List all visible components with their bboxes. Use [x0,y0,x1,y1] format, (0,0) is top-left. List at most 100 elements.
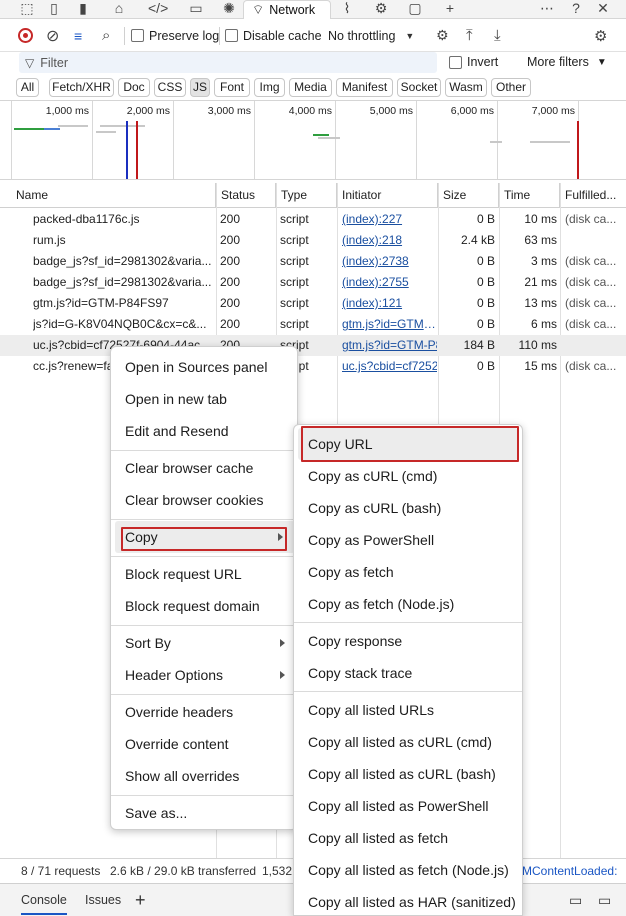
chip-wasm[interactable]: Wasm [445,78,487,97]
close-icon[interactable]: ✕ [593,0,613,18]
menu-item-show-overrides[interactable]: Show all overrides [111,760,239,792]
disable-cache-checkbox[interactable]: Disable cache [225,19,322,52]
menu-item-open-sources[interactable]: Open in Sources panel [111,351,267,383]
performance-icon[interactable]: ⌇ [337,0,357,18]
menu-item-sort-by[interactable]: Sort By [111,627,297,659]
network-conditions-icon[interactable]: ⚙ [436,19,449,52]
chip-fetch-xhr[interactable]: Fetch/XHR [49,78,114,97]
chip-media[interactable]: Media [289,78,332,97]
table-row[interactable]: js?id=G-K8V04NQB0C&cx=c&... 200 script g… [0,314,626,335]
drawer-tab-issues[interactable]: Issues [85,884,121,916]
more-icon[interactable]: ⋯ [537,0,557,18]
resources-size: 1,532 [262,864,293,878]
add-icon[interactable]: + [135,884,146,916]
request-initiator-link[interactable]: (index):218 [342,230,437,251]
menu-item-edit-resend[interactable]: Edit and Resend [111,415,229,447]
sidebar-icon[interactable]: ▮ [73,0,93,18]
tab-network[interactable]: ⌔ Network [243,0,331,19]
menu-item-header-options[interactable]: Header Options [111,659,297,691]
menu-item-copy-stack-trace[interactable]: Copy stack trace [294,657,412,689]
request-initiator-link[interactable]: gtm.js?id=GTM-P8 [342,314,437,335]
request-initiator-link[interactable]: gtm.js?id=GTM-P8 [342,335,437,356]
chip-doc[interactable]: Doc [118,78,150,97]
chip-manifest[interactable]: Manifest [336,78,393,97]
table-row-selected[interactable]: uc.js?cbid=cf72527f-6904-44ac 200 script… [0,335,626,356]
menu-item-copy-all-urls[interactable]: Copy all listed URLs [294,694,434,726]
menu-item-copy-all-fetch[interactable]: Copy all listed as fetch [294,822,448,854]
table-row[interactable]: badge_js?sf_id=2981302&varia... 200 scri… [0,272,626,293]
column-header-time[interactable]: Time [499,183,560,208]
chip-other[interactable]: Other [491,78,531,97]
request-initiator-link[interactable]: uc.js?cbid=cf72527 [342,356,437,377]
close-drawer-icon[interactable]: ▭ [598,884,611,916]
menu-item-copy-curl-bash[interactable]: Copy as cURL (bash) [294,492,441,524]
inspect-icon[interactable]: ⬚ [17,0,37,18]
menu-item-override-headers[interactable]: Override headers [111,696,233,728]
help-icon[interactable]: ? [566,0,586,18]
menu-item-clear-cache[interactable]: Clear browser cache [111,452,253,484]
drawer-tab-console[interactable]: Console [21,884,67,915]
column-header-name[interactable]: Name [11,183,216,208]
menu-item-copy-all-powershell[interactable]: Copy all listed as PowerShell [294,790,489,822]
table-row[interactable]: gtm.js?id=GTM-P84FS97 200 script (index)… [0,293,626,314]
menu-item-block-url[interactable]: Block request URL [111,558,242,590]
filter-input[interactable]: ▽ Filter [19,52,437,73]
chip-js[interactable]: JS [190,78,210,97]
settings-icon[interactable]: ⚙ [594,19,607,52]
home-icon[interactable]: ⌂ [109,0,129,18]
chip-font[interactable]: Font [214,78,250,97]
bug-icon[interactable]: ✺ [219,0,239,18]
application-icon[interactable]: ▢ [405,0,425,18]
request-initiator-link[interactable]: (index):227 [342,209,437,230]
highlight-box [121,527,287,551]
console-icon[interactable]: ▭ [186,0,206,18]
table-row[interactable]: packed-dba1176c.js 200 script (index):22… [0,209,626,230]
chip-socket[interactable]: Socket [397,78,441,97]
table-row[interactable]: cc.js?renew=fa 200 script uc.js?cbid=cf7… [0,356,626,377]
menu-item-copy-all-curl-bash[interactable]: Copy all listed as cURL (bash) [294,758,496,790]
invert-checkbox[interactable]: Invert [449,55,498,69]
chip-img[interactable]: Img [254,78,285,97]
menu-item-copy-powershell[interactable]: Copy as PowerShell [294,524,434,556]
table-row[interactable]: badge_js?sf_id=2981302&varia... 200 scri… [0,251,626,272]
menu-item-open-new-tab[interactable]: Open in new tab [111,383,227,415]
preserve-log-checkbox[interactable]: Preserve log [131,19,219,52]
column-header-size[interactable]: Size [438,183,499,208]
request-initiator-link[interactable]: (index):2738 [342,251,437,272]
menu-item-copy-all-fetch-node[interactable]: Copy all listed as fetch (Node.js) [294,854,509,886]
network-overview[interactable]: 1,000 ms 2,000 ms 3,000 ms 4,000 ms 5,00… [0,100,626,180]
column-header-status[interactable]: Status [216,183,276,208]
download-icon[interactable]: ⤓ [494,19,501,52]
upload-icon[interactable]: ⤒ [466,19,473,52]
menu-item-copy-fetch[interactable]: Copy as fetch [294,556,394,588]
chip-css[interactable]: CSS [154,78,186,97]
menu-item-block-domain[interactable]: Block request domain [111,590,260,622]
request-initiator-link[interactable]: (index):121 [342,293,437,314]
add-icon[interactable]: + [440,0,460,18]
clear-icon[interactable]: ⊘ [46,19,59,52]
chip-all[interactable]: All [16,78,39,97]
device-toolbar-icon[interactable]: ▯ [44,0,64,18]
menu-item-copy-fetch-node[interactable]: Copy as fetch (Node.js) [294,588,454,620]
more-filters-dropdown[interactable]: More filters ▼ [527,55,607,69]
request-initiator-link[interactable]: (index):2755 [342,272,437,293]
request-fulfilled: (disk ca... [565,275,617,289]
menu-item-clear-cookies[interactable]: Clear browser cookies [111,484,264,516]
menu-item-copy-all-har[interactable]: Copy all listed as HAR (sanitized) [294,886,516,916]
menu-item-save-as[interactable]: Save as... [111,797,187,829]
table-row[interactable]: rum.js 200 script (index):218 2.4 kB 63 … [0,230,626,251]
column-header-initiator[interactable]: Initiator [337,183,438,208]
dock-icon[interactable]: ▭ [569,884,582,916]
filter-settings-icon[interactable]: ≡ [74,19,82,52]
menu-item-override-content[interactable]: Override content [111,728,229,760]
menu-item-copy-all-curl-cmd[interactable]: Copy all listed as cURL (cmd) [294,726,492,758]
column-header-type[interactable]: Type [276,183,337,208]
search-icon[interactable]: ⌕ [102,19,110,52]
gear-icon[interactable]: ⚙ [371,0,391,18]
code-icon[interactable]: </> [148,0,168,18]
throttling-select[interactable]: No throttling ▼ [328,19,414,52]
column-header-fulfilled[interactable]: Fulfilled... [560,183,626,208]
menu-item-copy-response[interactable]: Copy response [294,625,402,657]
menu-item-copy-curl-cmd[interactable]: Copy as cURL (cmd) [294,460,437,492]
record-icon[interactable] [18,19,33,52]
